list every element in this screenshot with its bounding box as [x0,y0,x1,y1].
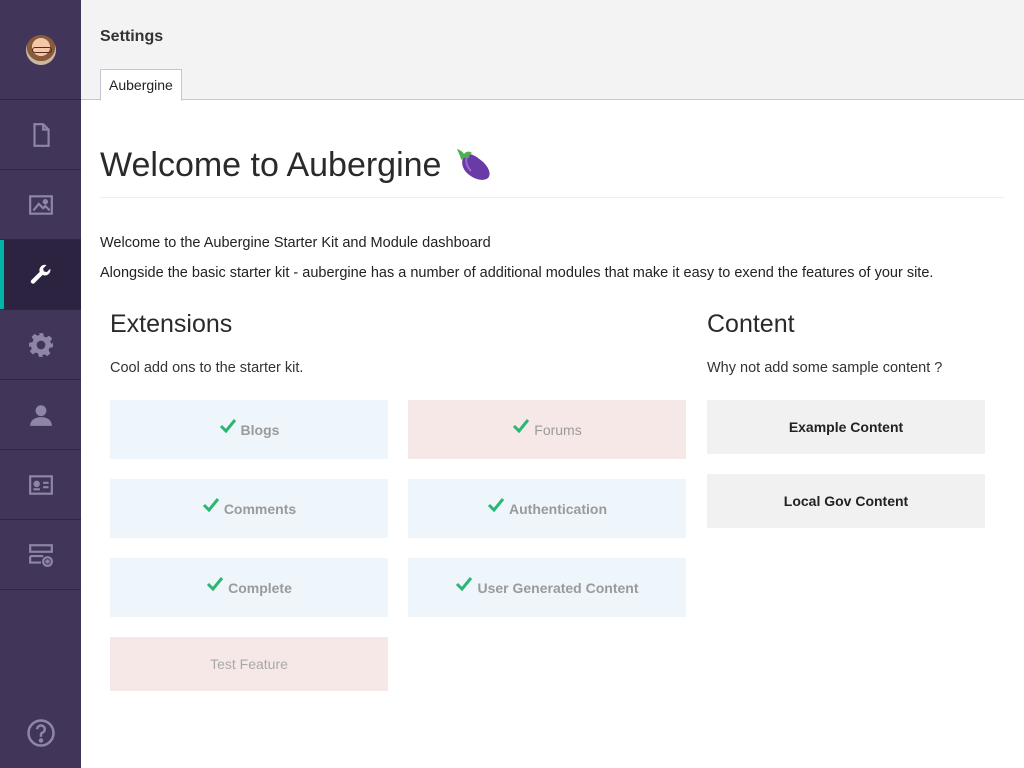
example-content-button[interactable]: Example Content [707,400,985,454]
nav-members[interactable] [0,450,81,520]
extension-label: Comments [223,500,297,517]
image-icon [28,194,53,215]
tab-aubergine[interactable]: Aubergine [100,69,182,101]
page-title-row: Welcome to Aubergine [100,146,1004,198]
extension-user-generated-content[interactable]: User Generated Content [408,558,686,617]
help-icon [26,719,55,747]
extension-test-feature[interactable]: Test Feature [110,637,388,691]
intro-line-2: Alongside the basic starter kit - auberg… [100,265,934,281]
eggplant-icon [457,148,491,180]
extension-label: Forums [534,421,582,438]
nav-users[interactable] [0,380,81,450]
extension-authentication[interactable]: Authentication [408,479,686,538]
nav-packages[interactable] [0,310,81,380]
header: Settings Aubergine [81,0,1024,101]
check-icon [487,497,505,512]
extensions-subtitle: Cool add ons to the starter kit. [110,360,304,376]
intro-text: Welcome to the Aubergine Starter Kit and… [100,228,1004,288]
check-icon [513,418,530,433]
page-title: Welcome to Aubergine [100,146,442,184]
content-subtitle: Why not add some sample content ? [707,360,943,376]
check-icon [207,576,224,591]
extension-label: User Generated Content [477,579,639,596]
header-title: Settings [100,28,164,45]
extension-forums[interactable]: Forums [408,400,686,459]
check-icon [219,418,236,433]
wrench-icon [30,264,50,284]
intro-line-1: Welcome to the Aubergine Starter Kit and… [100,235,491,251]
extension-comments[interactable]: Comments [110,479,388,538]
extension-complete[interactable]: Complete [110,558,388,617]
avatar[interactable] [25,34,56,65]
content-heading: Content [707,310,795,338]
user-icon [29,404,52,426]
nav-media[interactable] [0,170,81,240]
check-icon [202,497,219,512]
nav-content[interactable] [0,100,81,170]
extensions-heading: Extensions [110,310,233,338]
help-button[interactable] [0,718,81,748]
extension-label: Blogs [240,421,280,438]
content-section: Content Why not add some sample content … [707,310,985,528]
avatar-container [0,0,81,100]
extension-label: Complete [228,579,292,596]
nav-forms[interactable] [0,520,81,590]
nav-settings[interactable] [0,240,81,310]
main-content: Welcome to Aubergine Welcome to the Aube… [100,100,1004,691]
gear-icon [28,332,53,357]
document-icon [32,122,50,147]
check-icon [456,576,473,591]
sidebar [0,0,81,768]
add-content-icon [28,543,53,567]
id-card-icon [28,474,53,495]
extensions-section: Extensions Cool add ons to the starter k… [110,310,687,691]
extension-label: Authentication [509,500,607,517]
local-gov-content-button[interactable]: Local Gov Content [707,474,985,528]
extension-label: Test Feature [210,656,288,672]
extension-blogs[interactable]: Blogs [110,400,388,459]
